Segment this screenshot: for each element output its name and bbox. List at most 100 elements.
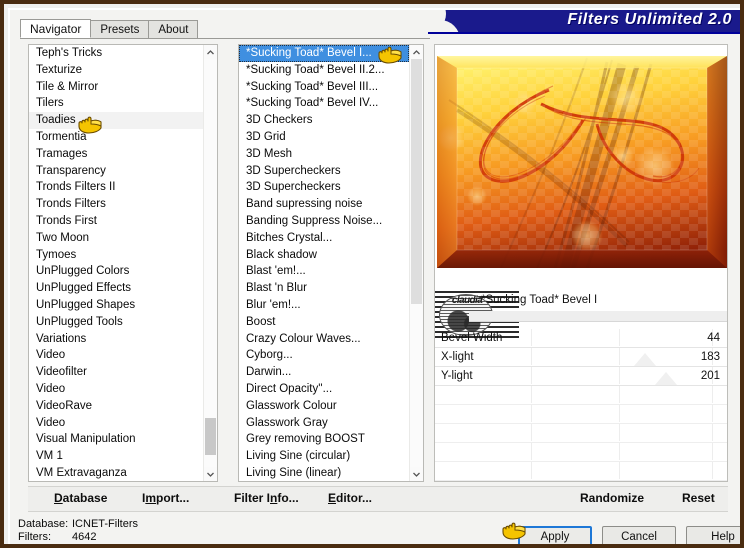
filter-info-button[interactable]: Filter Info... — [234, 491, 299, 505]
navigator-list-item[interactable]: Videofilter — [29, 364, 203, 381]
param-tick — [531, 348, 532, 365]
param-tick — [531, 405, 532, 422]
tab-about[interactable]: About — [148, 20, 199, 38]
navigator-list-item[interactable]: UnPlugged Shapes — [29, 297, 203, 314]
parameter-list[interactable]: Bevel Width 44 X-light 183 Y-light 201 — [435, 329, 727, 481]
filter-list-item[interactable]: 3D Checkers — [239, 112, 409, 129]
param-tick — [619, 405, 620, 422]
cancel-button[interactable]: Cancel — [602, 526, 676, 544]
filter-list-item[interactable]: Direct Opacity''... — [239, 381, 409, 398]
navigator-list-item[interactable]: Tramages — [29, 146, 203, 163]
navigator-list-item[interactable]: Tile & Mirror — [29, 79, 203, 96]
parameter-row[interactable]: Y-light 201 — [435, 367, 727, 386]
filter-list-item[interactable]: Black shadow — [239, 247, 409, 264]
filters-unlimited-window: Filters Unlimited 2.0 Navigator Presets … — [0, 0, 744, 548]
filter-list-item[interactable]: *Sucking Toad* Bevel I... — [239, 45, 409, 62]
navigator-list-item[interactable]: Two Moon — [29, 230, 203, 247]
parameter-slider-marker[interactable] — [634, 353, 656, 366]
filter-list-item[interactable]: Glasswork Gray — [239, 415, 409, 432]
reset-button[interactable]: Reset — [682, 491, 715, 505]
import-button[interactable]: Import... — [142, 491, 189, 505]
navigator-list-item[interactable]: Tymoes — [29, 247, 203, 264]
navigator-list-item[interactable]: Tormentia — [29, 129, 203, 146]
filter-list-item[interactable]: *Sucking Toad* Bevel IV... — [239, 95, 409, 112]
param-tick — [619, 443, 620, 460]
app-title: Filters Unlimited 2.0 — [567, 11, 732, 28]
param-tick — [619, 348, 620, 365]
navigator-scroll-thumb[interactable] — [205, 418, 216, 455]
param-tick — [619, 424, 620, 441]
navigator-list-item[interactable]: Video — [29, 415, 203, 432]
navigator-list-item[interactable]: Video — [29, 381, 203, 398]
filter-scroll-thumb[interactable] — [411, 59, 422, 304]
parameter-slider-marker[interactable] — [655, 372, 677, 385]
navigator-list-item[interactable]: VM Extravaganza — [29, 465, 203, 481]
param-tick — [619, 481, 620, 482]
filter-list-item[interactable]: Crazy Colour Waves... — [239, 331, 409, 348]
filter-list-item[interactable]: 3D Grid — [239, 129, 409, 146]
filter-list-item[interactable]: Band supressing noise — [239, 196, 409, 213]
filter-list-item[interactable]: Glasswork Colour — [239, 398, 409, 415]
scroll-up-icon[interactable] — [204, 45, 217, 59]
status-filters-value: 4642 — [72, 531, 97, 543]
navigator-scrollbar[interactable] — [203, 45, 217, 481]
filter-list-item[interactable]: 3D Mesh — [239, 146, 409, 163]
filter-preview-image[interactable] — [437, 56, 727, 268]
navigator-category-list[interactable]: Teph's Tricks Texturize Tile & Mirror Tiler… — [28, 44, 218, 482]
navigator-list-item[interactable]: Transparency — [29, 163, 203, 180]
filter-list-item[interactable]: Blast 'em!... — [239, 263, 409, 280]
navigator-list-item[interactable]: Tronds Filters II — [29, 179, 203, 196]
filter-list-item[interactable]: Living Sine (circular) — [239, 448, 409, 465]
parameter-row[interactable]: X-light 183 — [435, 348, 727, 367]
filter-list[interactable]: *Sucking Toad* Bevel I... *Sucking Toad* … — [238, 44, 424, 482]
filter-list-item[interactable]: Cyborg... — [239, 347, 409, 364]
filter-list-item[interactable]: *Sucking Toad* Bevel III... — [239, 79, 409, 96]
parameter-label: Y-light — [441, 370, 473, 382]
filter-list-item[interactable]: 3D Supercheckers — [239, 163, 409, 180]
navigator-list-item[interactable]: VideoRave — [29, 398, 203, 415]
filter-scrollbar[interactable] — [409, 45, 423, 481]
filter-list-item[interactable]: Living Sine (linear) — [239, 465, 409, 481]
parameter-label: Bevel Width — [441, 332, 503, 344]
navigator-list-item[interactable]: Teph's Tricks — [29, 45, 203, 62]
filter-list-item[interactable]: 3D Supercheckers — [239, 179, 409, 196]
navigator-list-item[interactable]: Variations — [29, 331, 203, 348]
status-filters-key: Filters: — [18, 531, 51, 543]
filter-list-item[interactable]: Bitches Crystal... — [239, 230, 409, 247]
filter-list-item[interactable]: Banding Suppress Noise... — [239, 213, 409, 230]
filter-list-item[interactable]: Blast 'n Blur — [239, 280, 409, 297]
navigator-list-item[interactable]: UnPlugged Effects — [29, 280, 203, 297]
parameter-row[interactable]: Bevel Width 44 — [435, 329, 727, 348]
selected-filter-name: *Sucking Toad* Bevel I — [481, 294, 598, 306]
filter-list-item[interactable]: Blur 'em!... — [239, 297, 409, 314]
preview-artwork — [437, 56, 727, 268]
scroll-down-icon[interactable] — [204, 467, 217, 481]
navigator-list-item[interactable]: Texturize — [29, 62, 203, 79]
apply-button[interactable]: Apply — [518, 526, 592, 544]
navigator-list-item[interactable]: Tilers — [29, 95, 203, 112]
filter-list-item[interactable]: Darwin... — [239, 364, 409, 381]
database-button[interactable]: Database — [54, 491, 107, 505]
param-tick — [531, 481, 532, 482]
navigator-list-item[interactable]: UnPlugged Tools — [29, 314, 203, 331]
tab-navigator[interactable]: Navigator — [20, 19, 92, 38]
navigator-list-item[interactable]: Toadies — [29, 112, 203, 129]
parameter-row-empty — [435, 481, 727, 482]
filter-list-item[interactable]: *Sucking Toad* Bevel II.2... — [239, 62, 409, 79]
navigator-list-item[interactable]: Tronds First — [29, 213, 203, 230]
help-button[interactable]: Help — [686, 526, 740, 544]
navigator-list-item[interactable]: UnPlugged Colors — [29, 263, 203, 280]
scroll-up-icon[interactable] — [410, 45, 423, 59]
param-tick — [531, 367, 532, 384]
randomize-button[interactable]: Randomize — [580, 491, 644, 505]
scroll-down-icon[interactable] — [410, 467, 423, 481]
navigator-list-item[interactable]: VM 1 — [29, 448, 203, 465]
navigator-list-item[interactable]: Tronds Filters — [29, 196, 203, 213]
filter-list-item[interactable]: Boost — [239, 314, 409, 331]
navigator-list-item[interactable]: Video — [29, 347, 203, 364]
tab-presets[interactable]: Presets — [90, 20, 150, 38]
navigator-list-item[interactable]: Visual Manipulation — [29, 431, 203, 448]
editor-button[interactable]: Editor... — [328, 491, 372, 505]
param-tick — [619, 329, 620, 346]
filter-list-item[interactable]: Grey removing BOOST — [239, 431, 409, 448]
